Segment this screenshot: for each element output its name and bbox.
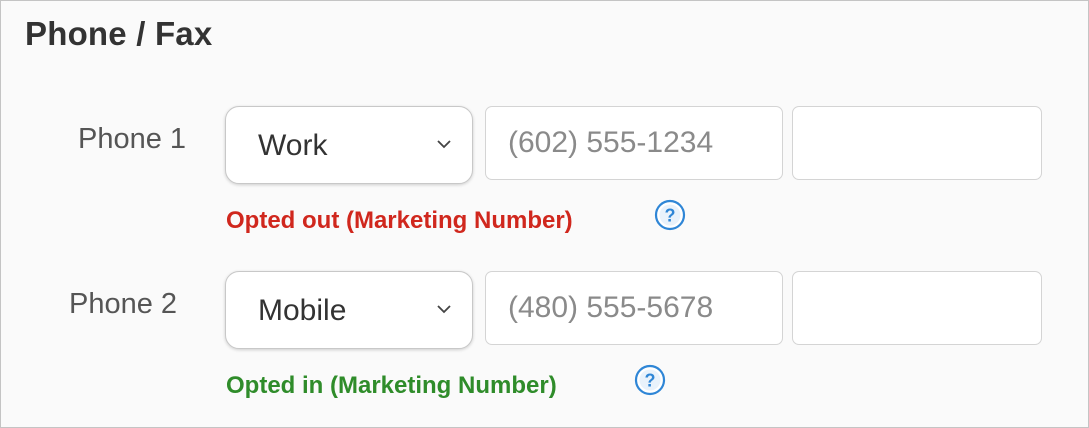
phone-2-label: Phone 2: [69, 288, 178, 320]
phone-1-number-input[interactable]: [485, 106, 783, 180]
phone-1-type-select[interactable]: Work: [225, 106, 473, 184]
phone-1-extension-input[interactable]: [792, 106, 1042, 180]
question-circle-icon[interactable]: ?: [654, 199, 686, 231]
chevron-down-icon: [437, 305, 451, 314]
phone-2-number-input[interactable]: [485, 271, 783, 345]
phone-1-type-value: Work: [258, 129, 328, 162]
question-circle-icon[interactable]: ?: [634, 364, 666, 396]
section-title: Phone / Fax: [25, 15, 213, 52]
phone-2-extension-input[interactable]: [792, 271, 1042, 345]
phone-2-type-select[interactable]: Mobile: [225, 271, 473, 349]
chevron-down-icon: [437, 140, 451, 149]
phone-1-label: Phone 1: [78, 123, 187, 155]
phone-2-type-value: Mobile: [258, 294, 347, 327]
phone-fax-panel: Phone / Fax Phone 1 Work Opted out (Mark…: [0, 0, 1089, 428]
svg-text:?: ?: [645, 371, 656, 391]
phone-1-opt-status: Opted out (Marketing Number): [226, 207, 573, 234]
svg-text:?: ?: [665, 206, 676, 226]
phone-2-opt-status: Opted in (Marketing Number): [226, 372, 557, 399]
